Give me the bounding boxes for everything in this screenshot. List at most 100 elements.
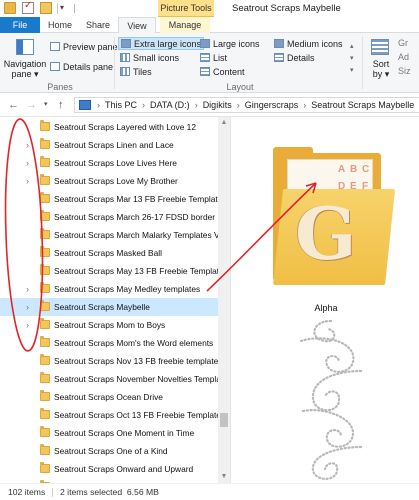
small-icons-label: Small icons (133, 53, 180, 63)
window-title: Seatrout Scraps Maybelle (232, 3, 341, 14)
large-icons-label: Large icons (213, 39, 260, 49)
folder-icon (40, 210, 50, 221)
folder-icon (40, 408, 50, 419)
tab-file[interactable]: File (0, 17, 40, 33)
medium-icons-button[interactable]: Medium icons (274, 38, 343, 51)
tree-item-label: Seatrout Scraps Love My Brother (54, 176, 178, 186)
tree-item-label: Seatrout Scraps March 26-17 FDSD border (54, 212, 216, 222)
medium-icons-icon (274, 39, 284, 48)
navigation-pane-button[interactable]: Navigation pane ▾ (2, 37, 46, 79)
details-icon (274, 53, 284, 62)
details-pane-button[interactable]: Details pane (50, 61, 113, 74)
extra-large-icons-label: Extra large icons (134, 39, 202, 49)
tree-item[interactable]: Seatrout Scraps Masked Ball (0, 244, 218, 262)
tree-item[interactable]: Seatrout Scraps March 26-17 FDSD border (0, 208, 218, 226)
folder-icon (40, 372, 50, 383)
details-pane-label: Details pane (63, 62, 114, 72)
breadcrumb-this-pc[interactable]: This PC (105, 100, 137, 110)
tree-item[interactable]: Seatrout Scraps Onward and Upward (0, 460, 218, 478)
breadcrumb[interactable]: › This PC › DATA (D:) › Digikits › Gingerscraps… (97, 98, 414, 112)
expand-chevron-icon[interactable]: › (26, 318, 29, 332)
tab-home[interactable]: Home (46, 17, 74, 33)
extra-large-icons-icon (121, 39, 131, 48)
back-arrow-icon[interactable]: ← (8, 98, 19, 112)
properties-icon[interactable] (22, 0, 34, 14)
up-arrow-icon[interactable]: ↑ (58, 98, 64, 112)
breadcrumb-current-folder[interactable]: Seatrout Scraps Maybelle (311, 100, 414, 110)
tree-item[interactable]: Seatrout Scraps November Novelties Templ… (0, 370, 228, 388)
expand-chevron-icon[interactable]: › (26, 300, 29, 314)
tree-item[interactable]: › Seatrout Scraps Mom to Boys (0, 316, 218, 334)
tree-item[interactable]: Seatrout Scraps Nov 13 FB freebie templa… (0, 352, 218, 370)
tree-item[interactable]: › Seatrout Scraps Linen and Lace (0, 136, 218, 154)
layout-gallery-scroll[interactable]: ▴ ▾ ▾ (350, 41, 354, 77)
tree-item[interactable]: Seatrout Scraps Mom's the Word elements (0, 334, 218, 352)
tree-scrollbar[interactable]: ▲ ▼ (218, 117, 230, 483)
content-button[interactable]: Content (200, 66, 245, 79)
ribbon-view: Navigation pane ▾ Preview pane Details p… (0, 33, 419, 93)
tree-item[interactable]: Seatrout Scraps May 13 FB Freebie Templa… (0, 262, 224, 280)
expand-chevron-icon[interactable]: › (26, 174, 29, 188)
title-divider (74, 4, 75, 13)
expand-chevron-icon[interactable]: › (26, 282, 29, 296)
tree-item[interactable]: › Seatrout Scraps Love Lives Here (0, 154, 218, 172)
tree-item-label: Seatrout Scraps Layered with Love 12 (54, 122, 196, 132)
address-field[interactable]: › This PC › DATA (D:) › Digikits › Gingerscraps… (74, 97, 419, 113)
breadcrumb-digikits[interactable]: Digikits (203, 100, 232, 110)
large-icons-button[interactable]: Large icons (200, 38, 260, 51)
add-columns-button[interactable]: Ad (398, 52, 409, 62)
tree-item[interactable]: Seatrout Scraps March Malarky Templates … (0, 226, 226, 244)
forward-arrow-icon[interactable]: → (26, 98, 37, 112)
alpha-folder-thumbnail[interactable]: ABCDEFJKQRWXZ G (273, 147, 396, 287)
breadcrumb-data-drive[interactable]: DATA (D:) (150, 100, 190, 110)
folder-icon (40, 192, 50, 203)
folder-label[interactable]: Alpha (291, 303, 361, 313)
recent-locations-chevron-icon[interactable]: ▾ (44, 98, 48, 112)
folder-icon (40, 282, 50, 293)
tab-share[interactable]: Share (84, 17, 112, 33)
tiles-button[interactable]: Tiles (120, 66, 152, 79)
tree-item[interactable]: Seatrout Scraps One Moment in Time (0, 424, 218, 442)
chevron-down-icon[interactable]: ▾ (60, 3, 64, 12)
tree-item[interactable]: Seatrout Scraps Mar 13 FB Freebie Templa… (0, 190, 222, 208)
details-button[interactable]: Details (274, 52, 315, 65)
group-by-button[interactable]: Gr (398, 38, 408, 48)
details-pane-icon (50, 62, 60, 71)
new-folder-icon[interactable] (40, 2, 52, 14)
small-icons-button[interactable]: Small icons (120, 52, 179, 65)
preview-pane-button[interactable]: Preview pane (50, 41, 118, 54)
tab-view[interactable]: View (118, 17, 156, 34)
folder-icon (40, 264, 50, 275)
extra-large-icons-button[interactable]: Extra large icons (118, 37, 205, 50)
selection-info: 2 items selected 6.56 MB (60, 487, 159, 497)
tab-manage[interactable]: Manage (160, 17, 210, 33)
size-columns-button[interactable]: Siz (398, 66, 411, 76)
tree-item-label: Seatrout Scraps One of a Kind (54, 446, 168, 456)
alpha-letter: C (362, 164, 370, 175)
scroll-down-icon[interactable]: ▼ (218, 471, 230, 483)
swirl-image-thumbnail[interactable] (291, 315, 371, 485)
list-label: List (213, 53, 228, 63)
list-icon (200, 53, 210, 62)
tree-item[interactable]: Seatrout Scraps Layered with Love 12 (0, 118, 218, 136)
scroll-thumb[interactable] (220, 413, 228, 427)
expand-chevron-icon[interactable]: › (26, 138, 29, 152)
tree-item-label: Seatrout Scraps Onward and Upward (54, 464, 194, 474)
tree-item[interactable]: › Seatrout Scraps May Medley templates (0, 280, 218, 298)
folder-icon[interactable] (4, 2, 16, 14)
tree-item-label: Seatrout Scraps May 13 FB Freebie Templa… (54, 266, 224, 276)
tree-item-label: Seatrout Scraps Mom to Boys (54, 320, 166, 330)
breadcrumb-gingerscraps[interactable]: Gingerscraps (245, 100, 299, 110)
tree-item[interactable]: › Seatrout Scraps Maybelle (0, 298, 218, 316)
tree-item[interactable]: › Seatrout Scraps Love My Brother (0, 172, 218, 190)
tree-item[interactable]: Seatrout Scraps Oct 13 FB Freebie Templa… (0, 406, 221, 424)
tree-item[interactable]: Seatrout Scraps One of a Kind (0, 442, 218, 460)
ribbon-group-divider (114, 37, 115, 89)
scroll-up-icon[interactable]: ▲ (218, 117, 230, 129)
list-button[interactable]: List (200, 52, 227, 65)
tree-item[interactable]: Seatrout Scraps Ocean Drive (0, 388, 218, 406)
sort-by-button[interactable]: Sort by ▾ (368, 37, 392, 79)
tree-item-label: Seatrout Scraps May Medley templates (54, 284, 201, 294)
expand-chevron-icon[interactable]: › (26, 156, 29, 170)
folder-icon (40, 174, 50, 185)
